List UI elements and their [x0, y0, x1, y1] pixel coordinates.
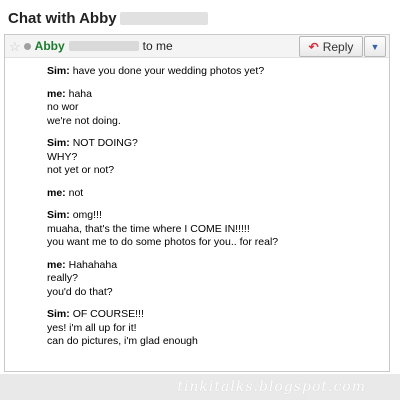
recipient-text: to me	[142, 39, 173, 53]
status-dot-icon	[23, 42, 31, 50]
sender-name[interactable]: Abby	[35, 39, 65, 53]
star-icon[interactable]: ☆	[9, 40, 21, 53]
message-line: have you done your wedding photos yet?	[72, 65, 265, 77]
reply-arrow-icon: ↶	[308, 39, 319, 54]
speaker-label: Sim:	[47, 308, 70, 320]
reply-button[interactable]: ↶ Reply	[299, 36, 363, 57]
page-title-text: Chat with Abby	[8, 10, 117, 27]
message-line: no wor	[47, 101, 79, 113]
message-line: Hahahaha	[68, 258, 118, 271]
message-line: not	[68, 186, 84, 199]
speaker-label: Sim:	[47, 65, 70, 77]
message-line: you want me to do some photos for you.. …	[47, 236, 279, 248]
message-line: NOT DOING?	[72, 137, 138, 149]
message-header: ☆ Abby to me ↶ Reply ▼	[5, 35, 389, 58]
redacted-sender-block	[68, 41, 139, 51]
message-line: can do pictures, i'm glad enough	[47, 335, 198, 347]
message-line: you'd do that?	[47, 285, 113, 298]
chat-message: Sim: omg!!! muaha, that's the time where…	[47, 209, 278, 250]
speaker-label: me:	[47, 186, 66, 199]
reply-label: Reply	[322, 39, 354, 54]
chat-message: Sim: NOT DOING? WHY? not yet or not?	[47, 137, 278, 178]
message-line: really?	[47, 272, 78, 284]
message-line: WHY?	[47, 150, 78, 163]
speaker-label: me:	[47, 87, 66, 100]
page-title: Chat with Abby	[8, 10, 208, 27]
message-line: we're not doing.	[47, 114, 121, 127]
chat-page: Chat with Abby ☆ Abby to me ↶ Reply ▼ Si…	[0, 0, 400, 400]
chat-message: me: not	[47, 187, 278, 201]
chat-card: ☆ Abby to me ↶ Reply ▼ Sim: have you don…	[4, 34, 390, 372]
chat-message: me: Hahahaha really? you'd do that?	[47, 259, 278, 300]
message-line: omg!!!	[72, 209, 102, 221]
chat-message: Sim: have you done your wedding photos y…	[47, 65, 278, 79]
speaker-label: me:	[47, 258, 66, 271]
message-line: muaha, that's the time where I COME IN!!…	[47, 222, 250, 235]
blog-watermark: tinkitalks.blogspot.com	[0, 374, 400, 400]
message-line: yes! i'm all up for it!	[47, 321, 137, 334]
chat-message: me: haha no wor we're not doing.	[47, 88, 278, 129]
watermark-text: tinkitalks.blogspot.com	[177, 379, 366, 395]
speaker-label: Sim:	[47, 137, 70, 149]
more-options-button[interactable]: ▼	[364, 36, 386, 57]
speaker-label: Sim:	[47, 209, 70, 221]
chat-transcript: Sim: have you done your wedding photos y…	[47, 65, 278, 358]
redacted-name-block	[119, 12, 208, 25]
dropdown-arrow-icon: ▼	[370, 41, 380, 52]
message-line: haha	[68, 87, 92, 100]
chat-message: Sim: OF COURSE!!! yes! i'm all up for it…	[47, 308, 278, 349]
message-line: OF COURSE!!!	[72, 308, 144, 320]
message-line: not yet or not?	[47, 164, 115, 176]
